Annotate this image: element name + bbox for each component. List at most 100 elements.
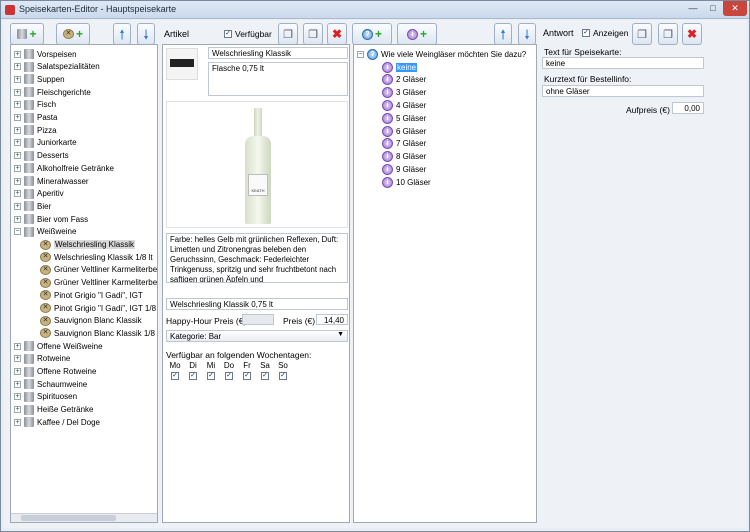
move-down-button[interactable]: 🠗: [137, 23, 155, 45]
weekday-checkbox[interactable]: Mo ✓: [167, 361, 183, 380]
tree-category[interactable]: − Weißweine: [14, 226, 76, 238]
tree-article[interactable]: ✕ Grüner Veltliner Karmeliterber: [40, 264, 157, 276]
checkbox-icon[interactable]: ✓: [189, 372, 197, 380]
answer-node[interactable]: i9 Gläser: [382, 163, 426, 175]
article-thumbnail[interactable]: [166, 48, 198, 80]
expand-icon[interactable]: +: [14, 368, 21, 375]
close-button[interactable]: ✕: [723, 1, 747, 16]
expand-icon[interactable]: +: [14, 152, 21, 160]
answer-node[interactable]: i2 Gläser: [382, 74, 426, 86]
tree-category[interactable]: + Alkoholfreie Getränke: [14, 162, 114, 174]
tree-category[interactable]: + Mineralwasser: [14, 175, 89, 187]
weekday-checkbox[interactable]: Mi ✓: [203, 361, 219, 380]
checkbox-icon[interactable]: ✓: [261, 372, 269, 380]
tree-category[interactable]: + Desserts: [14, 150, 69, 162]
expand-icon[interactable]: +: [14, 50, 21, 58]
delete-answer-button[interactable]: ✖: [682, 23, 702, 45]
horizontal-scrollbar[interactable]: [11, 513, 157, 522]
copy-button[interactable]: ❐: [278, 23, 298, 45]
tree-category[interactable]: + Juniorkarte: [14, 137, 77, 149]
tree-category[interactable]: + Vorspeisen: [14, 48, 77, 60]
answer-node[interactable]: i8 Gläser: [382, 151, 426, 163]
short-text-field[interactable]: ohne Gläser: [542, 85, 704, 97]
menu-tree[interactable]: + Vorspeisen + Salatspezialitäten + Suppen + Fl…: [10, 44, 158, 523]
expand-icon[interactable]: +: [14, 406, 21, 414]
scrollbar-thumb[interactable]: [21, 515, 116, 521]
weekday-checkbox[interactable]: So ✓: [275, 361, 291, 380]
expand-icon[interactable]: +: [14, 114, 21, 121]
move-up-button[interactable]: 🠕: [113, 23, 131, 45]
tree-article[interactable]: ✕ Welschriesling Klassik 1/8 lt: [40, 251, 153, 263]
expand-icon[interactable]: +: [14, 101, 21, 109]
expand-icon[interactable]: +: [14, 418, 21, 426]
weekday-checkbox[interactable]: Di ✓: [185, 361, 201, 380]
expand-icon[interactable]: +: [14, 355, 21, 363]
tree-category[interactable]: + Bier: [14, 200, 51, 212]
tree-category[interactable]: + Spirituosen: [14, 391, 77, 403]
expand-icon[interactable]: +: [14, 75, 21, 83]
expand-icon[interactable]: +: [14, 380, 21, 388]
verfuegbar-checkbox[interactable]: ✓ Verfügbar: [224, 29, 272, 39]
expand-icon[interactable]: +: [14, 126, 21, 134]
answer-node[interactable]: i4 Gläser: [382, 99, 426, 111]
expand-icon[interactable]: +: [14, 215, 21, 223]
expand-icon[interactable]: +: [14, 139, 21, 147]
expand-icon[interactable]: +: [14, 88, 21, 96]
answer-node[interactable]: i7 Gläser: [382, 138, 426, 150]
tree-article[interactable]: ✕ Pinot Grigio "I Gadi", IGT: [40, 289, 143, 301]
tree-category[interactable]: + Bier vom Fass: [14, 213, 88, 225]
tree-category[interactable]: + Heiße Getränke: [14, 404, 93, 416]
tree-category[interactable]: + Pasta: [14, 112, 57, 124]
checkbox-icon[interactable]: ✓: [225, 372, 233, 380]
question-tree[interactable]: − ? Wie viele Weingläser möchten Sie daz…: [353, 44, 537, 523]
expand-icon[interactable]: +: [14, 63, 21, 71]
expand-icon[interactable]: +: [14, 177, 21, 185]
answer-node[interactable]: i keine: [382, 61, 418, 73]
tree-category[interactable]: + Salatspezialitäten: [14, 61, 100, 73]
add-question-button[interactable]: ? +: [352, 23, 392, 45]
answer-paste-button[interactable]: ❐: [658, 23, 678, 45]
price-field[interactable]: 14,40: [316, 314, 348, 325]
checkbox-icon[interactable]: ✓: [207, 372, 215, 380]
answer-node[interactable]: i6 Gläser: [382, 125, 426, 137]
expand-icon[interactable]: +: [14, 393, 21, 401]
menu-text-field[interactable]: keine: [542, 57, 704, 69]
question-node[interactable]: − ? Wie viele Weingläser möchten Sie daz…: [357, 48, 526, 60]
article-name-field[interactable]: Welschriesling Klassik: [208, 47, 348, 59]
add-category-button[interactable]: +: [10, 23, 44, 45]
checkbox-icon[interactable]: ✓: [279, 372, 287, 380]
tree-article[interactable]: ✕ Sauvignon Blanc Klassik 1/8 lt: [40, 327, 157, 339]
tree-article[interactable]: ✕ Pinot Grigio "I Gadi", IGT 1/8 lt: [40, 302, 157, 314]
expand-icon[interactable]: +: [14, 190, 21, 198]
expand-icon[interactable]: +: [14, 342, 21, 350]
tree-article[interactable]: ✕ Welschriesling Klassik: [40, 239, 135, 251]
category-select[interactable]: Kategorie: Bar ▼: [166, 330, 348, 342]
answer-node[interactable]: i5 Gläser: [382, 112, 426, 124]
answer-move-up-button[interactable]: 🠕: [494, 23, 512, 45]
article-image[interactable]: KEATH: [166, 101, 348, 228]
checkbox-icon[interactable]: ✓: [243, 372, 251, 380]
tree-category[interactable]: + Fleischgerichte: [14, 86, 91, 98]
add-answer-button[interactable]: i +: [397, 23, 437, 45]
tree-category[interactable]: + Aperitiv: [14, 188, 64, 200]
checkbox-icon[interactable]: ✓: [171, 372, 179, 380]
tree-article[interactable]: ✕ Grüner Veltliner Karmeliterber: [40, 277, 157, 289]
answer-node[interactable]: i3 Gläser: [382, 87, 426, 99]
tree-category[interactable]: + Offene Rotweine: [14, 366, 96, 378]
article-subtitle-field[interactable]: Flasche 0,75 lt: [208, 62, 348, 96]
tree-category[interactable]: + Pizza: [14, 124, 57, 136]
tree-category[interactable]: + Rotweine: [14, 353, 70, 365]
answer-copy-button[interactable]: ❐: [632, 23, 652, 45]
happy-hour-price-field[interactable]: [242, 314, 274, 325]
weekday-checkbox[interactable]: Fr ✓: [239, 361, 255, 380]
add-article-button[interactable]: ✕ +: [56, 23, 90, 45]
minimize-button[interactable]: —: [683, 1, 703, 16]
delete-article-button[interactable]: ✖: [327, 23, 347, 45]
tree-category[interactable]: + Suppen: [14, 73, 65, 85]
surcharge-field[interactable]: 0,00: [672, 102, 704, 114]
weekday-checkbox[interactable]: Do ✓: [221, 361, 237, 380]
expand-icon[interactable]: +: [14, 202, 21, 210]
tree-category[interactable]: + Fisch: [14, 99, 56, 111]
expand-icon[interactable]: +: [14, 164, 21, 172]
article-description-field[interactable]: Farbe: helles Gelb mit grünlichen Reflex…: [166, 233, 348, 283]
